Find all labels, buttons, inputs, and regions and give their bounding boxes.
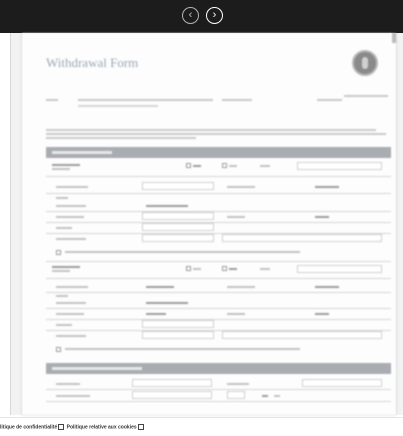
field-value — [315, 216, 329, 218]
chevron-right-icon: › — [212, 9, 217, 21]
page-scrollbar[interactable] — [392, 33, 396, 43]
field-value — [146, 205, 188, 207]
consent-checkbox[interactable] — [56, 250, 61, 255]
field-label — [56, 324, 72, 326]
field-label — [56, 295, 68, 297]
radio-option[interactable] — [222, 266, 227, 271]
option-label — [260, 268, 270, 270]
divider — [46, 308, 391, 309]
field-label — [56, 205, 86, 207]
text-field[interactable] — [222, 234, 382, 242]
header-text — [78, 105, 158, 107]
text-field[interactable] — [132, 391, 212, 399]
radio-option[interactable] — [222, 163, 227, 168]
field-label — [52, 168, 70, 170]
field-label — [227, 186, 255, 188]
option-label — [193, 165, 201, 167]
external-link-icon — [58, 424, 65, 430]
privacy-policy-link[interactable]: litique de confidentialité — [0, 424, 57, 430]
field-value — [262, 395, 268, 397]
consent-text — [65, 251, 300, 253]
field-value — [315, 186, 339, 188]
option-label — [229, 165, 237, 167]
divider — [46, 292, 391, 293]
header-text — [78, 99, 213, 101]
option-label — [229, 268, 237, 270]
field-label — [227, 383, 249, 385]
text-field[interactable] — [222, 331, 382, 339]
consent-checkbox[interactable] — [56, 347, 61, 352]
divider — [46, 389, 391, 390]
divider — [46, 401, 391, 402]
field-label — [52, 164, 80, 166]
option-label — [260, 165, 270, 167]
field-value — [146, 302, 188, 304]
field-value — [315, 313, 329, 315]
header-label — [46, 99, 58, 101]
text-field[interactable] — [142, 234, 214, 242]
radio-option[interactable] — [186, 163, 191, 168]
field-value — [146, 286, 174, 288]
intro-text — [46, 133, 386, 135]
field-label — [56, 186, 88, 188]
text-field[interactable] — [132, 379, 212, 387]
field-label — [56, 313, 84, 315]
divider — [46, 176, 391, 177]
option-label — [193, 268, 201, 270]
chevron-left-icon: ‹ — [188, 9, 193, 21]
text-field[interactable] — [142, 331, 214, 339]
header-value — [317, 99, 342, 101]
divider — [46, 319, 391, 320]
previous-page-button[interactable]: ‹ — [182, 7, 199, 24]
field-label — [227, 313, 245, 315]
consent-text — [65, 348, 300, 350]
header-value — [344, 95, 388, 97]
footer-links: litique de confidentialité Politique rel… — [0, 424, 145, 430]
field-label — [56, 395, 90, 397]
text-field[interactable] — [297, 265, 382, 273]
field-label — [52, 270, 70, 272]
field-value — [315, 286, 339, 288]
divider — [46, 193, 391, 194]
field-label — [56, 238, 86, 240]
text-field[interactable] — [142, 223, 214, 231]
field-label — [56, 383, 80, 385]
date-field[interactable] — [227, 391, 245, 399]
field-label — [56, 227, 72, 229]
cookie-policy-link[interactable]: Politique relative aux cookies — [67, 424, 137, 430]
field-value — [146, 313, 166, 315]
section-header — [46, 363, 391, 374]
text-field[interactable] — [142, 212, 214, 220]
text-field[interactable] — [142, 320, 214, 328]
field-label — [56, 216, 84, 218]
divider — [46, 211, 391, 212]
field-label — [227, 216, 245, 218]
field-label — [56, 286, 88, 288]
text-field[interactable] — [302, 379, 382, 387]
document-page: Withdrawal Form — [22, 33, 396, 415]
divider — [46, 222, 391, 223]
field-label — [56, 302, 86, 304]
viewer-toolbar: ‹ › — [0, 0, 403, 33]
field-label — [56, 335, 86, 337]
field-value — [274, 395, 280, 397]
text-field[interactable] — [142, 182, 214, 190]
section-header — [46, 147, 391, 158]
sidebar-edge — [0, 33, 11, 415]
field-label — [56, 197, 68, 199]
next-page-button[interactable]: › — [206, 7, 223, 24]
intro-text — [46, 129, 376, 131]
divider — [46, 278, 391, 279]
form-title: Withdrawal Form — [46, 55, 139, 70]
intro-text — [46, 137, 196, 139]
divider — [46, 261, 391, 262]
field-label — [227, 286, 255, 288]
radio-option[interactable] — [186, 266, 191, 271]
text-field[interactable] — [297, 162, 382, 170]
external-link-icon — [137, 424, 144, 430]
header-label — [222, 99, 252, 101]
field-label — [52, 266, 80, 268]
company-logo — [352, 50, 378, 76]
